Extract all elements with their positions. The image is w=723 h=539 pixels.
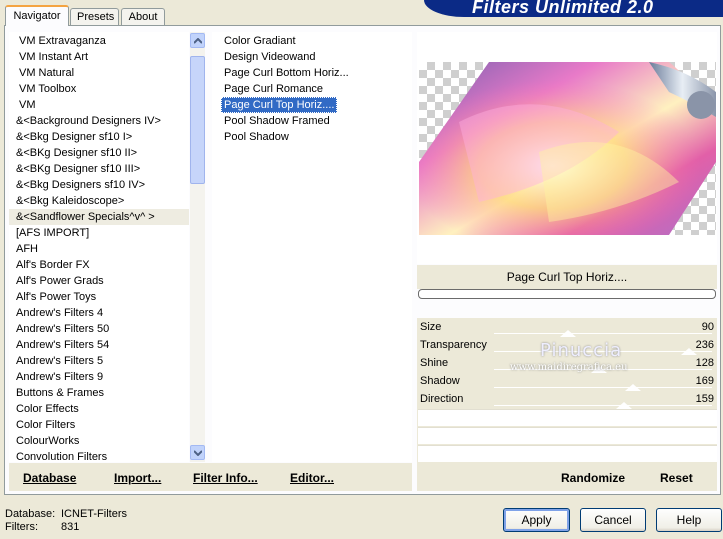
param-slider-track[interactable]	[494, 333, 712, 334]
app-banner: Filters Unlimited 2.0	[424, 0, 723, 17]
help-button[interactable]: Help	[656, 508, 722, 532]
filter-list[interactable]: Color Gradiant Design Videowand Page Curl …	[212, 32, 412, 462]
category-item[interactable]: VM Toolbox	[9, 81, 189, 97]
preview-button-bar: Randomize Reset	[417, 463, 717, 491]
param-value: 128	[695, 357, 714, 369]
category-item[interactable]: Andrew's Filters 50	[9, 321, 189, 337]
filter-item[interactable]: Design Videowand	[221, 49, 319, 65]
param-label: Shine	[420, 357, 449, 369]
category-item[interactable]: &<Sandflower Specials^v^ >	[9, 209, 189, 225]
param-slider-track[interactable]	[494, 387, 712, 388]
category-item[interactable]: Convolution Filters	[9, 449, 189, 462]
category-item[interactable]: ColourWorks	[9, 433, 189, 449]
reset-button[interactable]: Reset	[660, 471, 693, 485]
param-value: 236	[695, 339, 714, 351]
cancel-button[interactable]: Cancel	[580, 508, 646, 532]
filter-item[interactable]: Color Gradiant	[221, 33, 299, 49]
param-empty-row	[418, 427, 717, 444]
param-slider-track[interactable]	[494, 405, 712, 406]
param-label: Direction	[420, 393, 464, 405]
category-item[interactable]: Andrew's Filters 54	[9, 337, 189, 353]
category-item[interactable]: Color Filters	[9, 417, 189, 433]
filter-item[interactable]: Page Curl Bottom Horiz...	[221, 65, 352, 81]
tab-navigator[interactable]: Navigator	[5, 5, 69, 26]
param-label: Transparency	[420, 339, 487, 351]
filters-count-value: 831	[61, 521, 80, 533]
apply-button[interactable]: Apply	[503, 508, 570, 532]
database-value: ICNET-Filters	[61, 508, 127, 520]
param-value: 159	[695, 393, 714, 405]
progress-bar	[418, 289, 716, 299]
scroll-up-button[interactable]	[190, 33, 205, 48]
category-item[interactable]: VM	[9, 97, 189, 113]
randomize-button[interactable]: Randomize	[561, 471, 625, 485]
preview-filter-name: Page Curl Top Horiz....	[417, 265, 717, 289]
tab-about[interactable]: About	[121, 8, 165, 25]
param-value: 90	[701, 321, 714, 333]
list-button-bar: Database Import... Filter Info... Editor…	[9, 463, 412, 491]
import-button[interactable]: Import...	[114, 471, 161, 485]
param-slider-thumb[interactable]	[616, 402, 633, 409]
category-item[interactable]: Alf's Power Toys	[9, 289, 189, 305]
category-item[interactable]: VM Extravaganza	[9, 33, 189, 49]
preview-artwork	[419, 62, 716, 235]
param-value: 169	[695, 375, 714, 387]
category-item[interactable]: Alf's Border FX	[9, 257, 189, 273]
category-item[interactable]: &<Bkg Designer sf10 I>	[9, 129, 189, 145]
filter-info-button[interactable]: Filter Info...	[193, 471, 258, 485]
param-row[interactable]: Shadow 169	[418, 374, 717, 391]
param-empty-row	[418, 409, 717, 426]
category-item[interactable]: Andrew's Filters 9	[9, 369, 189, 385]
param-row[interactable]: Direction 159	[418, 392, 717, 409]
category-item[interactable]: &<Bkg Designers sf10 IV>	[9, 177, 189, 193]
filter-item[interactable]: Page Curl Romance	[221, 81, 326, 97]
watermark-name: Pinuccia	[540, 340, 623, 361]
filters-count-label: Filters:	[5, 521, 38, 533]
editor-button[interactable]: Editor...	[290, 471, 334, 485]
param-empty-row	[418, 445, 717, 462]
category-item[interactable]: Alf's Power Grads	[9, 273, 189, 289]
param-label: Size	[420, 321, 442, 333]
tab-presets[interactable]: Presets	[70, 8, 119, 25]
filter-item[interactable]: Page Curl Top Horiz....	[221, 97, 338, 113]
app-title: Filters Unlimited 2.0	[472, 0, 654, 17]
category-item[interactable]: [AFS IMPORT]	[9, 225, 189, 241]
filter-item[interactable]: Pool Shadow	[221, 129, 292, 145]
param-row[interactable]: Size 90	[418, 320, 717, 337]
param-label: Shadow	[420, 375, 460, 387]
category-item[interactable]: &<Bkg Kaleidoscope>	[9, 193, 189, 209]
category-scrollbar[interactable]	[190, 32, 205, 462]
category-item[interactable]: Andrew's Filters 4	[9, 305, 189, 321]
param-slider-thumb[interactable]	[559, 330, 576, 337]
category-item[interactable]: &<BKg Designer sf10 III>	[9, 161, 189, 177]
chevron-down-icon	[194, 450, 202, 456]
param-slider-thumb[interactable]	[624, 384, 641, 391]
category-list[interactable]: VM Extravaganza VM Instant Art VM Natural V…	[9, 32, 189, 462]
watermark-url: www.maidiregrafica.eu	[510, 362, 628, 373]
category-item[interactable]: VM Natural	[9, 65, 189, 81]
category-item[interactable]: Andrew's Filters 5	[9, 353, 189, 369]
chevron-up-icon	[194, 38, 202, 44]
category-item[interactable]: Buttons & Frames	[9, 385, 189, 401]
scroll-thumb[interactable]	[190, 56, 205, 184]
category-item[interactable]: &<BKg Designer sf10 II>	[9, 145, 189, 161]
database-button[interactable]: Database	[23, 471, 76, 485]
category-item[interactable]: AFH	[9, 241, 189, 257]
filter-item[interactable]: Pool Shadow Framed	[221, 113, 333, 129]
category-item[interactable]: Color Effects	[9, 401, 189, 417]
preview-image	[419, 62, 716, 235]
category-item[interactable]: &<Background Designers IV>	[9, 113, 189, 129]
database-label: Database:	[5, 508, 56, 520]
scroll-down-button[interactable]	[190, 445, 205, 460]
category-item[interactable]: VM Instant Art	[9, 49, 189, 65]
